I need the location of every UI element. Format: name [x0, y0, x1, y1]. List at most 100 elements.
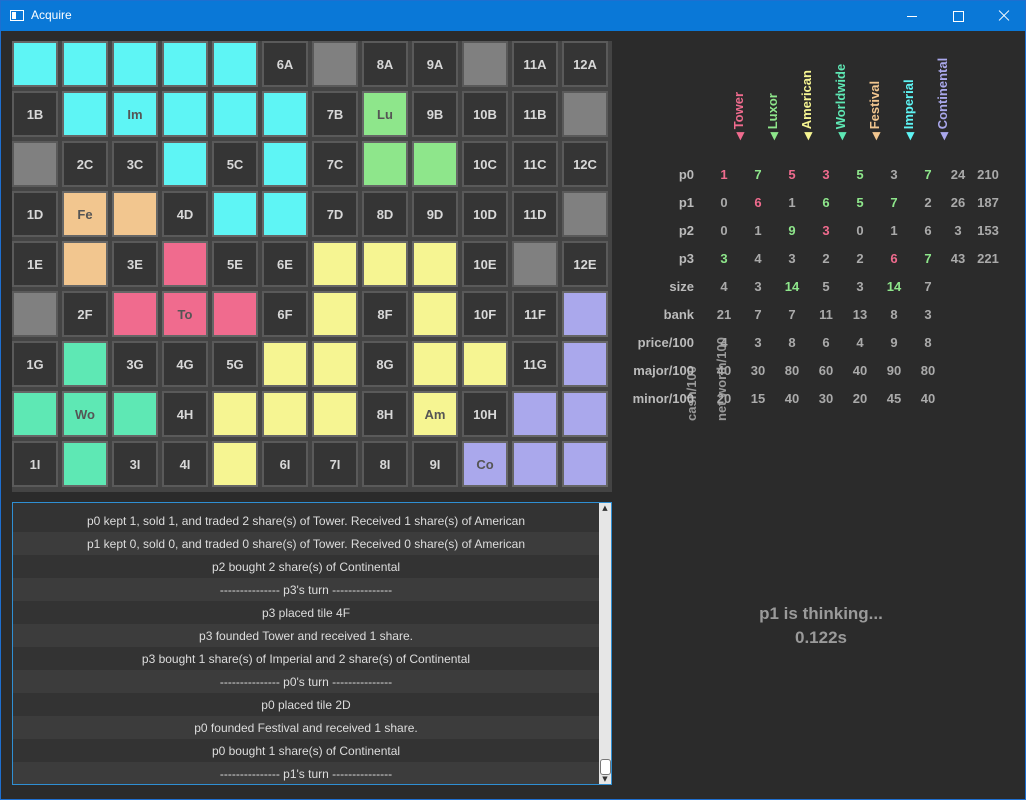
- board-tile[interactable]: 1E: [12, 241, 58, 287]
- board-tile[interactable]: 4I: [162, 441, 208, 487]
- board-tile[interactable]: [262, 341, 308, 387]
- board-tile[interactable]: 10B: [462, 91, 508, 137]
- board-tile[interactable]: 5G: [212, 341, 258, 387]
- board-tile[interactable]: [62, 341, 108, 387]
- board-tile[interactable]: [212, 191, 258, 237]
- game-log[interactable]: --------------- p1's turn --------------…: [12, 502, 612, 785]
- board-tile[interactable]: [312, 341, 358, 387]
- board-tile[interactable]: [162, 141, 208, 187]
- board-tile[interactable]: 10F: [462, 291, 508, 337]
- board-tile[interactable]: [312, 241, 358, 287]
- board-tile[interactable]: [512, 441, 558, 487]
- board-tile[interactable]: 10E: [462, 241, 508, 287]
- board-tile[interactable]: 10D: [462, 191, 508, 237]
- board-tile[interactable]: [212, 391, 258, 437]
- board-tile[interactable]: 1D: [12, 191, 58, 237]
- board-tile[interactable]: 2C: [62, 141, 108, 187]
- board-tile[interactable]: 11B: [512, 91, 558, 137]
- board-tile[interactable]: 7D: [312, 191, 358, 237]
- board-tile[interactable]: 10C: [462, 141, 508, 187]
- board-tile[interactable]: [362, 141, 408, 187]
- board-tile[interactable]: [562, 441, 608, 487]
- board-tile[interactable]: [462, 41, 508, 87]
- board-tile[interactable]: 6E: [262, 241, 308, 287]
- board-tile[interactable]: 8H: [362, 391, 408, 437]
- board-tile[interactable]: [12, 41, 58, 87]
- board-tile[interactable]: 8G: [362, 341, 408, 387]
- board-tile[interactable]: [112, 391, 158, 437]
- board-tile[interactable]: Wo: [62, 391, 108, 437]
- board-tile[interactable]: 9I: [412, 441, 458, 487]
- board-tile[interactable]: [412, 341, 458, 387]
- board-tile[interactable]: 7C: [312, 141, 358, 187]
- board-tile[interactable]: 8A: [362, 41, 408, 87]
- board-tile[interactable]: 12A: [562, 41, 608, 87]
- board-tile[interactable]: 2F: [62, 291, 108, 337]
- board-tile[interactable]: [112, 191, 158, 237]
- board-tile[interactable]: 6F: [262, 291, 308, 337]
- board-tile[interactable]: [412, 141, 458, 187]
- board-tile[interactable]: 5C: [212, 141, 258, 187]
- log-scrollbar[interactable]: ▲ ▼: [599, 503, 611, 784]
- board-tile[interactable]: [312, 41, 358, 87]
- board-tile[interactable]: [12, 141, 58, 187]
- board-tile[interactable]: [262, 91, 308, 137]
- board-tile[interactable]: 4G: [162, 341, 208, 387]
- board-tile[interactable]: [562, 191, 608, 237]
- scroll-down-icon[interactable]: ▼: [599, 774, 611, 784]
- board-tile[interactable]: [112, 41, 158, 87]
- board-tile[interactable]: 12C: [562, 141, 608, 187]
- board-tile[interactable]: [212, 41, 258, 87]
- board-tile[interactable]: 3G: [112, 341, 158, 387]
- board-tile[interactable]: 4H: [162, 391, 208, 437]
- board-tile[interactable]: 7B: [312, 91, 358, 137]
- board-tile[interactable]: 5E: [212, 241, 258, 287]
- board-tile[interactable]: 1B: [12, 91, 58, 137]
- board-tile[interactable]: 8D: [362, 191, 408, 237]
- board-tile[interactable]: 9D: [412, 191, 458, 237]
- board-tile[interactable]: [162, 241, 208, 287]
- board-tile[interactable]: [162, 41, 208, 87]
- board-tile[interactable]: [412, 291, 458, 337]
- board-tile[interactable]: [562, 341, 608, 387]
- board-tile[interactable]: [212, 441, 258, 487]
- board-tile[interactable]: [212, 291, 258, 337]
- board-tile[interactable]: [562, 91, 608, 137]
- scroll-thumb[interactable]: [600, 759, 611, 775]
- board-tile[interactable]: [562, 391, 608, 437]
- board-tile[interactable]: Fe: [62, 191, 108, 237]
- board-tile[interactable]: 7I: [312, 441, 358, 487]
- close-button[interactable]: [981, 1, 1026, 31]
- board-tile[interactable]: [312, 291, 358, 337]
- board-tile[interactable]: 11A: [512, 41, 558, 87]
- board-tile[interactable]: 11D: [512, 191, 558, 237]
- board-tile[interactable]: 1I: [12, 441, 58, 487]
- scroll-up-icon[interactable]: ▲: [599, 503, 611, 513]
- board-tile[interactable]: 10H: [462, 391, 508, 437]
- title-bar[interactable]: Acquire: [1, 1, 1025, 31]
- maximize-button[interactable]: [935, 1, 981, 31]
- minimize-button[interactable]: [889, 1, 935, 31]
- board-tile[interactable]: [62, 241, 108, 287]
- board-tile[interactable]: [462, 341, 508, 387]
- board-tile[interactable]: [412, 241, 458, 287]
- board-tile[interactable]: Co: [462, 441, 508, 487]
- board-tile[interactable]: [262, 191, 308, 237]
- board-tile[interactable]: To: [162, 291, 208, 337]
- board-tile[interactable]: 4D: [162, 191, 208, 237]
- board-tile[interactable]: [262, 391, 308, 437]
- board-tile[interactable]: Am: [412, 391, 458, 437]
- board-tile[interactable]: [512, 241, 558, 287]
- board-tile[interactable]: 3E: [112, 241, 158, 287]
- board-tile[interactable]: 11G: [512, 341, 558, 387]
- board-tile[interactable]: Lu: [362, 91, 408, 137]
- board-tile[interactable]: [62, 41, 108, 87]
- board-tile[interactable]: [562, 291, 608, 337]
- board-tile[interactable]: [112, 291, 158, 337]
- board-tile[interactable]: 12E: [562, 241, 608, 287]
- board-tile[interactable]: [362, 241, 408, 287]
- board-tile[interactable]: [512, 391, 558, 437]
- board-tile[interactable]: 9B: [412, 91, 458, 137]
- board-tile[interactable]: [62, 91, 108, 137]
- board-tile[interactable]: Im: [112, 91, 158, 137]
